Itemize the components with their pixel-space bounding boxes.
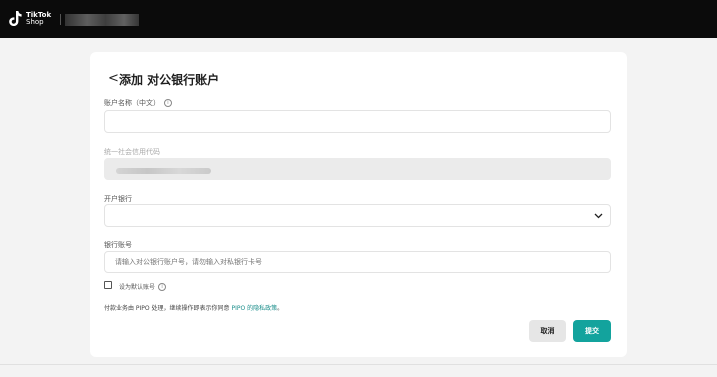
back-button[interactable]: < [108, 71, 119, 86]
account-name-input[interactable] [104, 110, 611, 133]
notice-prefix: 付款业务由 PIPO 处理，继续操作即表示你同意 [104, 305, 232, 312]
bank-select[interactable] [104, 204, 611, 227]
credit-code-label: 统一社会信用代码 [104, 147, 160, 157]
account-number-input[interactable] [104, 251, 611, 273]
chevron-down-icon[interactable] [594, 211, 603, 220]
info-icon[interactable]: i [164, 99, 172, 107]
tiktok-note-icon [9, 11, 22, 27]
page-bottom-divider [0, 364, 717, 365]
default-account-label: 设为默认账号 i [119, 282, 167, 291]
info-icon[interactable]: i [158, 282, 167, 291]
tiktok-shop-logo[interactable]: TikTok Shop [8, 9, 51, 29]
header-divider [60, 14, 61, 25]
account-name-label: 账户名称（中文） i [104, 98, 172, 108]
notice-suffix: 。 [277, 305, 284, 312]
default-account-checkbox[interactable] [104, 281, 112, 289]
submit-button[interactable]: 提交 [573, 320, 611, 342]
bank-label: 开户银行 [104, 194, 132, 204]
page-title: 添加 对公银行账户 [119, 73, 220, 87]
account-number-label: 银行账号 [104, 240, 132, 250]
shop-name-redacted [65, 14, 139, 26]
pipo-privacy-link[interactable]: PIPO 的隐私政策 [231, 305, 277, 312]
account-number-label-text: 银行账号 [104, 241, 132, 249]
top-navigation-bar: TikTok Shop [0, 0, 717, 38]
bank-label-text: 开户银行 [104, 195, 132, 203]
default-account-label-text: 设为默认账号 [119, 284, 156, 291]
cancel-button[interactable]: 取消 [529, 320, 566, 342]
credit-code-label-text: 统一社会信用代码 [104, 148, 160, 156]
brand-line2: Shop [26, 18, 44, 26]
account-name-label-text: 账户名称（中文） [104, 99, 160, 107]
pipo-notice: 付款业务由 PIPO 处理，继续操作即表示你同意 PIPO 的隐私政策。 [104, 303, 283, 312]
credit-code-value-redacted [116, 168, 211, 174]
